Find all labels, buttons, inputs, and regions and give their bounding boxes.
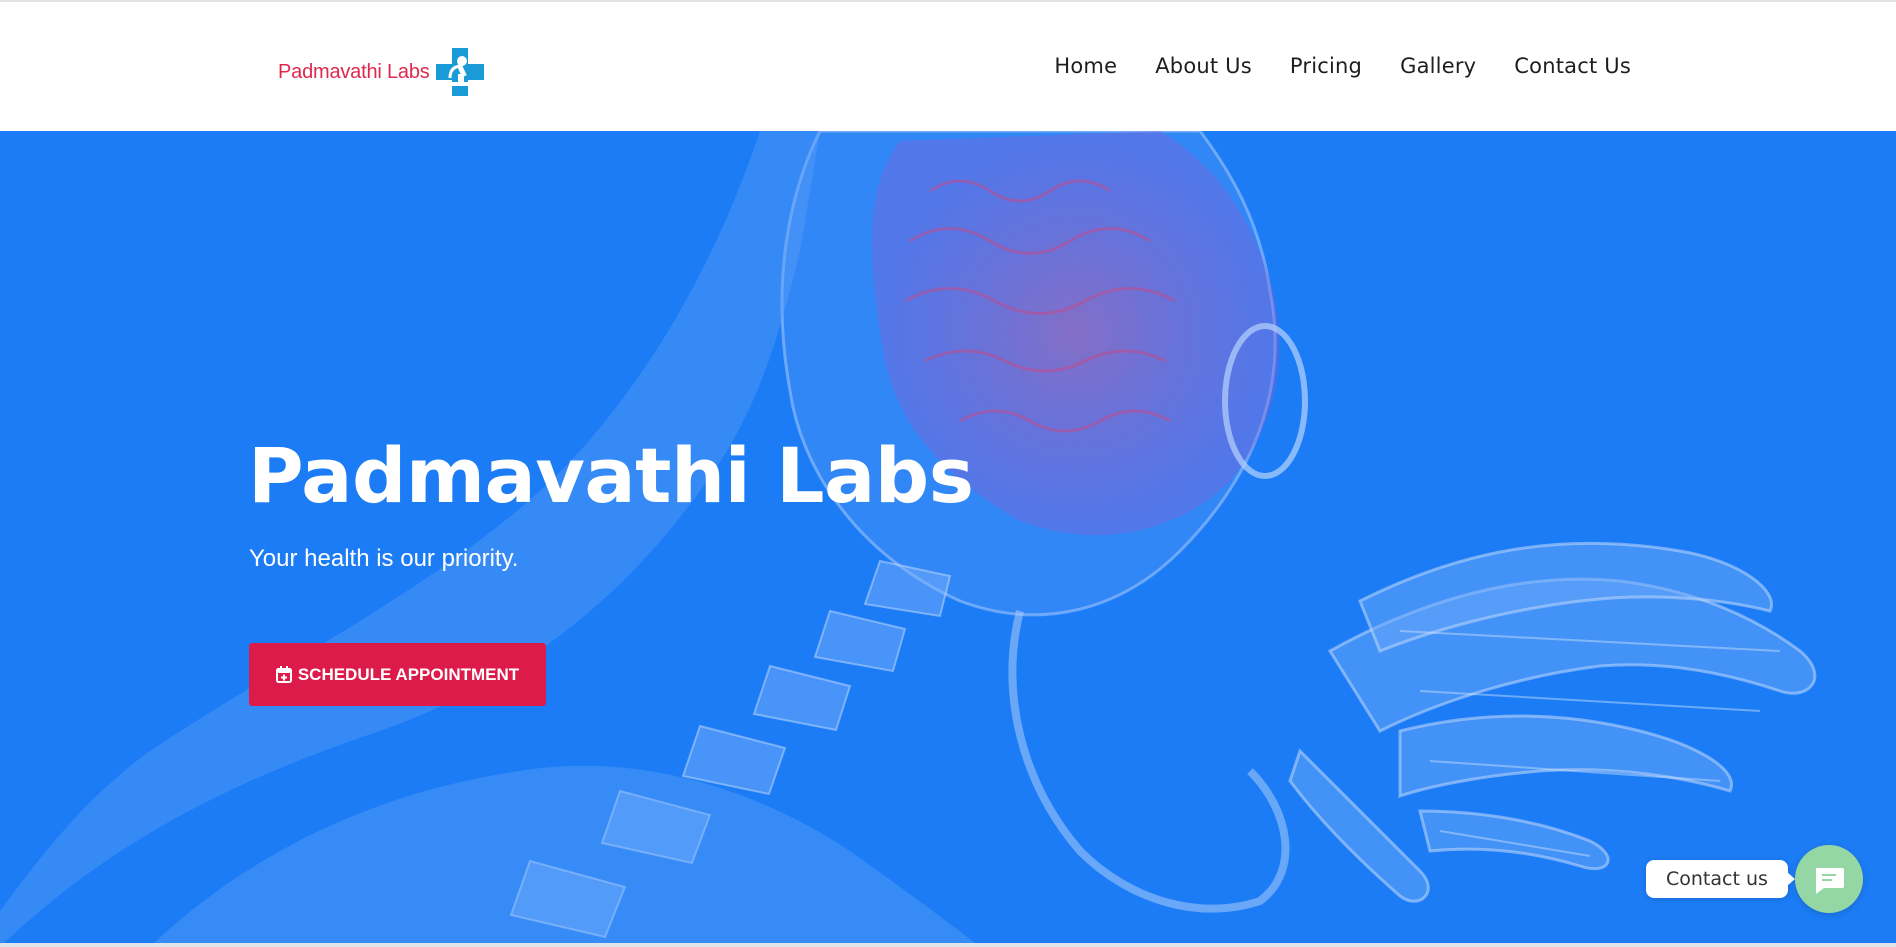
site-header: Padmavathi Labs Home About Us Pricing Ga… (0, 0, 1896, 131)
nav-contact-us[interactable]: Contact Us (1514, 54, 1631, 78)
nav-home[interactable]: Home (1054, 54, 1117, 78)
brand-name: Padmavathi Labs (278, 60, 430, 83)
page-bottom-edge (0, 943, 1896, 947)
hero-title: Padmavathi Labs (248, 431, 974, 520)
nav-pricing[interactable]: Pricing (1290, 54, 1362, 78)
contact-us-chat-label[interactable]: Contact us (1646, 860, 1795, 898)
schedule-appointment-button[interactable]: SCHEDULE APPOINTMENT (249, 643, 546, 706)
microscope-cross-icon (435, 48, 484, 96)
x-ray-illustration (0, 131, 1817, 947)
hero-section: Padmavathi Labs Your health is our prior… (0, 131, 1896, 947)
chat-bubble-icon (1816, 868, 1844, 894)
nav-about-us[interactable]: About Us (1155, 54, 1252, 78)
brand-logo[interactable]: Padmavathi Labs (278, 46, 486, 98)
calendar-plus-icon (275, 666, 292, 683)
chat-widget-button[interactable] (1795, 845, 1863, 913)
nav-gallery[interactable]: Gallery (1400, 54, 1476, 78)
main-nav: Home About Us Pricing Gallery Contact Us (1054, 54, 1631, 78)
hero-subtitle: Your health is our priority. (249, 545, 519, 572)
schedule-appointment-label: SCHEDULE APPOINTMENT (297, 664, 520, 684)
